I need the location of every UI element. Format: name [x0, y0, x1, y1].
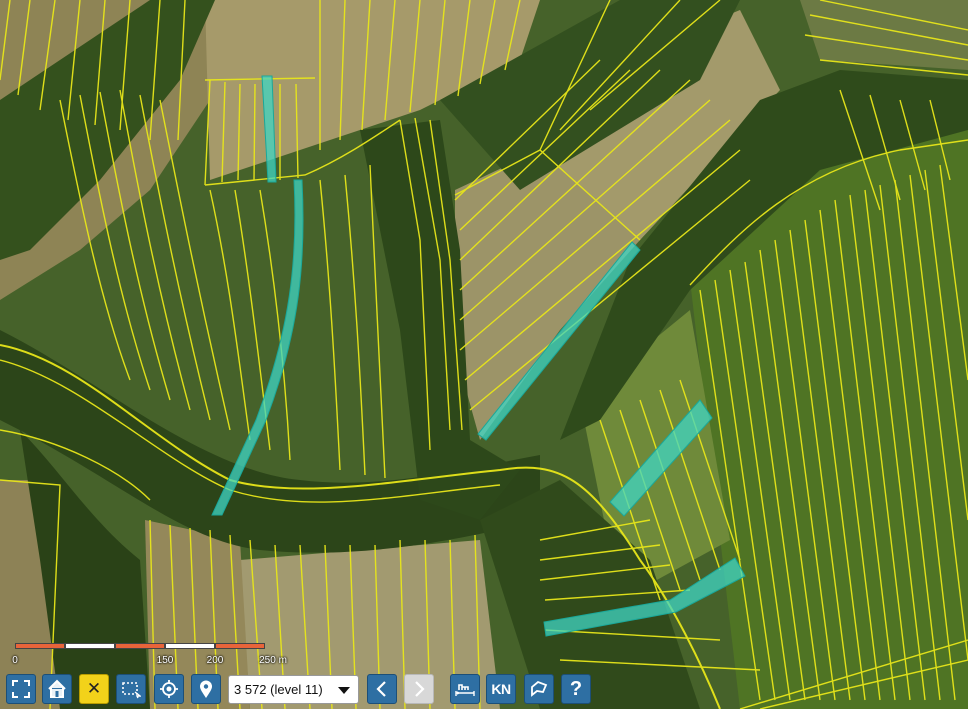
- chevron-left-icon: [376, 681, 386, 697]
- scale-bar: 0 150 200 250 m: [12, 643, 287, 667]
- cadastre-button[interactable]: KN: [486, 674, 516, 704]
- scale-label-250: 250 m: [259, 655, 287, 666]
- marker-button[interactable]: [191, 674, 221, 704]
- measure-icon: [455, 684, 475, 696]
- scale-label-0: 0: [12, 655, 18, 666]
- scale-segment: [215, 643, 265, 649]
- scale-segment: [65, 643, 115, 649]
- chevron-right-icon: [415, 681, 425, 697]
- home-icon: [48, 679, 66, 698]
- close-selection-button[interactable]: ✕: [79, 674, 109, 704]
- draw-shape-button[interactable]: [524, 674, 554, 704]
- zoom-level-select[interactable]: 3 572 (level 11): [228, 675, 359, 704]
- select-area-icon: [122, 682, 141, 699]
- zoom-level-value: 3 572 (level 11): [234, 682, 323, 697]
- fullscreen-icon: [12, 680, 30, 698]
- scale-segment: [165, 643, 215, 649]
- select-area-button[interactable]: [116, 674, 146, 704]
- home-button[interactable]: [42, 674, 72, 704]
- help-button[interactable]: ?: [561, 674, 591, 704]
- kn-icon: KN: [491, 681, 511, 697]
- map-toolbar: ✕ 3 572 (level 11) KN ?: [0, 672, 968, 709]
- locate-icon: [160, 680, 178, 698]
- aerial-map[interactable]: [0, 0, 968, 709]
- scale-label-200: 200: [206, 655, 224, 666]
- scale-segment: [15, 643, 65, 649]
- close-icon: ✕: [86, 679, 102, 698]
- draw-shape-icon: [531, 680, 548, 697]
- help-icon: ?: [569, 677, 583, 700]
- forward-button[interactable]: [404, 674, 434, 704]
- map-marker-icon: [200, 680, 212, 698]
- fullscreen-button[interactable]: [6, 674, 36, 704]
- scale-segment: [115, 643, 165, 649]
- measure-button[interactable]: [450, 674, 480, 704]
- locate-button[interactable]: [154, 674, 184, 704]
- chevron-down-icon: [338, 687, 350, 694]
- back-button[interactable]: [367, 674, 397, 704]
- scale-label-150: 150: [156, 655, 174, 666]
